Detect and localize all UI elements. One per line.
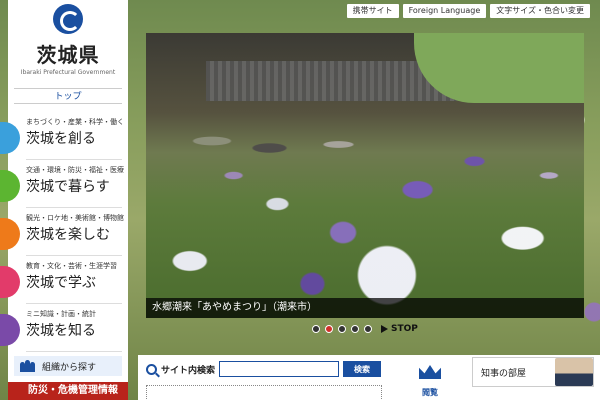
crown-icon bbox=[419, 365, 441, 379]
carousel-controls: STOP bbox=[312, 324, 418, 334]
nav-tab-marker bbox=[0, 314, 20, 346]
governor-avatar bbox=[555, 358, 593, 386]
site-search-label: サイト内検索 bbox=[161, 365, 216, 376]
nav-item-label: 茨城で暮らす bbox=[26, 179, 110, 195]
org-search-link[interactable]: 組織から探す bbox=[14, 356, 122, 376]
nav-tab-marker bbox=[0, 122, 20, 154]
nav-item-enjoy[interactable]: 観光・ロケ地・美術館・博物館 茨城を楽しむ bbox=[0, 210, 128, 258]
carousel-stop-button[interactable]: STOP bbox=[381, 324, 418, 334]
hero-iris-flowers bbox=[146, 33, 584, 318]
hero-caption: 水郷潮来「あやめまつり」（潮来市） bbox=[146, 298, 584, 318]
sidebar: 茨城県 Ibaraki Prefectural Government トップ ま… bbox=[0, 0, 128, 400]
nav-item-learn[interactable]: 教育・文化・芸術・生涯学習 茨城で学ぶ bbox=[0, 258, 128, 306]
nav-tab-marker bbox=[0, 218, 20, 250]
foreign-language-link[interactable]: Foreign Language bbox=[402, 4, 487, 18]
carousel-dot-3[interactable] bbox=[338, 325, 346, 333]
site-search-input[interactable] bbox=[219, 361, 340, 377]
main-nav: まちづくり・産業・科学・働く 茨城を創る 交通・環境・防災・福祉・医療 茨城で暮… bbox=[0, 114, 128, 354]
people-icon bbox=[20, 360, 36, 372]
carousel-dot-4[interactable] bbox=[351, 325, 359, 333]
nav-item-sub: 交通・環境・防災・福祉・医療 bbox=[26, 166, 124, 174]
mobile-site-link[interactable]: 携帯サイト bbox=[346, 4, 399, 18]
stop-label: STOP bbox=[391, 324, 418, 334]
carousel-dot-1[interactable] bbox=[312, 325, 320, 333]
nav-tab-marker bbox=[0, 170, 20, 202]
nav-item-sub: ミニ知識・計画・統計 bbox=[26, 310, 96, 318]
nav-item-label: 茨城を創る bbox=[26, 131, 96, 147]
quick-links-box bbox=[146, 385, 382, 400]
bottom-panel: サイト内検索 検索 閲覧 知事の部屋 bbox=[138, 355, 600, 400]
org-search-label: 組織から探す bbox=[42, 362, 97, 373]
top-link[interactable]: トップ bbox=[14, 88, 122, 104]
nav-item-label: 茨城を知る bbox=[26, 323, 96, 339]
prefecture-emblem-icon bbox=[53, 4, 83, 34]
utility-bar: 携帯サイト Foreign Language 文字サイズ・色合い変更 bbox=[346, 4, 590, 18]
carousel-dot-2[interactable] bbox=[325, 325, 333, 333]
nav-item-create[interactable]: まちづくり・産業・科学・働く 茨城を創る bbox=[0, 114, 128, 162]
nav-item-know[interactable]: ミニ知識・計画・統計 茨城を知る bbox=[0, 306, 128, 354]
nav-item-sub: 教育・文化・芸術・生涯学習 bbox=[26, 262, 117, 270]
prefecture-name: 茨城県 bbox=[36, 43, 100, 67]
governor-room-link[interactable]: 知事の部屋 bbox=[472, 357, 594, 387]
site-search: サイト内検索 検索 bbox=[146, 361, 382, 377]
logo[interactable]: 茨城県 Ibaraki Prefectural Government bbox=[8, 0, 128, 88]
play-icon bbox=[381, 325, 388, 333]
disaster-info-link[interactable]: 防災・危機管理情報 bbox=[8, 382, 128, 400]
nav-item-live[interactable]: 交通・環境・防災・福祉・医療 茨城で暮らす bbox=[0, 162, 128, 210]
hero-slideshow[interactable]: 水郷潮来「あやめまつり」（潮来市） bbox=[146, 33, 584, 318]
nav-tab-marker bbox=[0, 266, 20, 298]
reading-support-link[interactable]: 閲覧 bbox=[416, 365, 444, 398]
search-icon bbox=[146, 363, 157, 375]
reading-label: 閲覧 bbox=[422, 388, 438, 397]
nav-item-sub: 観光・ロケ地・美術館・博物館 bbox=[26, 214, 124, 222]
search-button[interactable]: 検索 bbox=[343, 361, 382, 377]
prefecture-name-en: Ibaraki Prefectural Government bbox=[20, 69, 116, 76]
nav-item-label: 茨城を楽しむ bbox=[26, 227, 110, 243]
governor-room-label: 知事の部屋 bbox=[481, 368, 527, 379]
carousel-dot-5[interactable] bbox=[364, 325, 372, 333]
text-size-color-link[interactable]: 文字サイズ・色合い変更 bbox=[490, 4, 590, 18]
nav-item-label: 茨城で学ぶ bbox=[26, 275, 96, 291]
nav-item-sub: まちづくり・産業・科学・働く bbox=[26, 118, 124, 126]
